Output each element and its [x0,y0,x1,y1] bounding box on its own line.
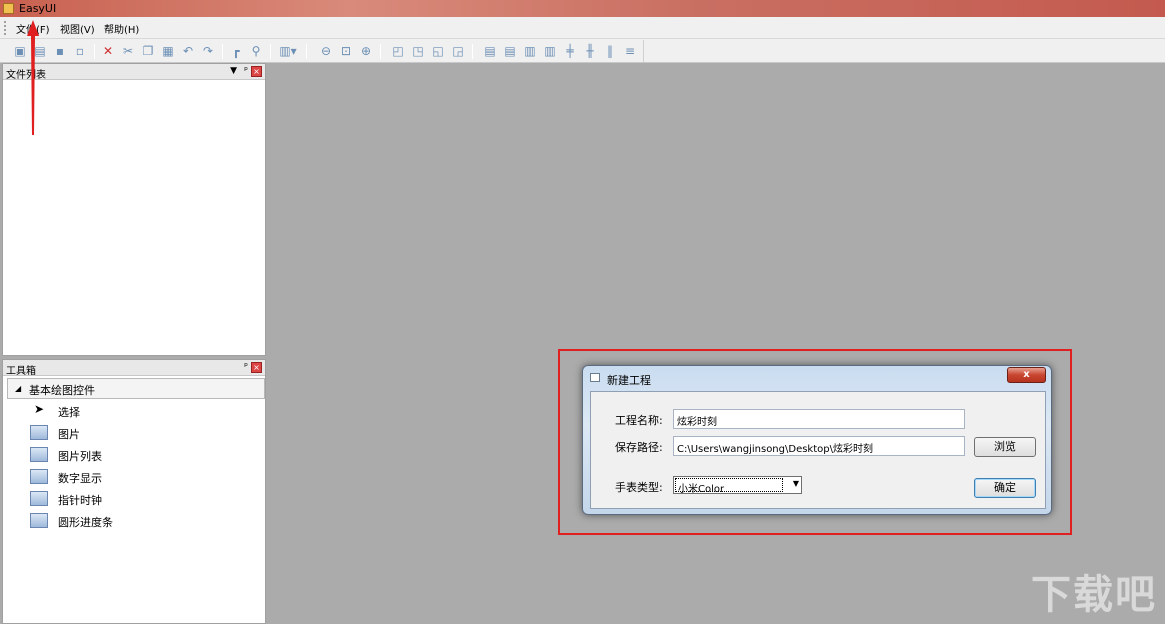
undo-icon[interactable]: ↶ [180,43,196,59]
analog-clock-icon [30,491,48,506]
browse-button[interactable]: 浏览 [974,437,1036,457]
redo-icon[interactable]: ↷ [200,43,216,59]
toolbar-strip: ▣ ▤ ▪ ▫ ✕ ✂ ❐ ▦ ↶ ↷ ┏ ⚲ ▥▾ ⊖ ⊡ ⊕ ◰ ◳ ◱ ◲… [6,40,644,62]
tool-item-label: 圆形进度条 [58,514,113,530]
delete-icon[interactable]: ✕ [100,43,116,59]
zoom-out-icon[interactable]: ⊖ [318,43,334,59]
menu-grip [4,21,7,35]
watch-type-value: 小米Color [675,478,783,492]
center-v-icon[interactable]: ╫ [582,43,598,59]
project-name-label: 工程名称: [615,412,663,428]
file-list-header: 文件列表 ▼ ᵖ × [3,64,265,80]
bring-front-icon[interactable]: ◰ [390,43,406,59]
image-list-icon [30,447,48,462]
new-project-icon[interactable]: ▣ [12,43,28,59]
align-right-icon[interactable]: ▤ [502,43,518,59]
dialog-close-button[interactable]: x [1007,367,1046,383]
paste-icon[interactable]: ▦ [160,43,176,59]
move-up-icon[interactable]: ◱ [430,43,446,59]
title-bar: EasyUI [0,0,1165,17]
file-list-panel: 文件列表 ▼ ᵖ × [2,63,266,356]
tool-item-image[interactable]: 图片 [3,422,263,444]
menu-help[interactable]: 帮助(H) [102,21,141,36]
ok-button[interactable]: 确定 [974,478,1036,498]
menu-view[interactable]: 视图(V) [58,21,97,36]
toolbar-separator [306,44,307,59]
copy-icon[interactable]: ❐ [140,43,156,59]
toolbar-separator [472,44,473,59]
toolbox-header: 工具箱 ᵖ × [3,360,265,376]
save-path-label: 保存路径: [615,439,663,455]
close-icon[interactable]: × [251,66,262,77]
align-bottom-icon[interactable]: ▥ [542,43,558,59]
arrow-shape [27,20,39,135]
toolbar-separator [222,44,223,59]
send-back-icon[interactable]: ◳ [410,43,426,59]
save-icon[interactable]: ▪ [52,43,68,59]
zoom-in-icon[interactable]: ⊕ [358,43,374,59]
distribute-v-icon[interactable]: ≡ [622,43,638,59]
toolbar: ▣ ▤ ▪ ▫ ✕ ✂ ❐ ▦ ↶ ↷ ┏ ⚲ ▥▾ ⊖ ⊡ ⊕ ◰ ◳ ◱ ◲… [0,39,1165,63]
close-icon[interactable]: × [251,362,262,373]
design-workspace[interactable] [268,64,1165,624]
tool-item-number-display[interactable]: 数字显示 [3,466,263,488]
link-icon[interactable]: ⚲ [248,43,264,59]
pin-icon[interactable]: ᵖ [244,362,248,372]
chevron-down-icon: ▼ [793,479,799,488]
frame-icon[interactable]: ┏ [228,43,244,59]
watch-type-label: 手表类型: [615,479,663,495]
watch-type-select[interactable]: 小米Color ▼ [673,476,802,494]
image-icon [30,425,48,440]
new-project-dialog: 新建工程 x 工程名称: 炫彩时刻 保存路径: C:\Users\wangjin… [582,365,1052,515]
move-down-icon[interactable]: ◲ [450,43,466,59]
grid-icon[interactable]: ▥▾ [276,43,300,59]
tool-item-label: 图片 [58,426,80,442]
red-arrow-annotation [27,20,39,135]
dialog-body: 工程名称: 炫彩时刻 保存路径: C:\Users\wangjinsong\De… [590,391,1046,509]
project-name-input[interactable]: 炫彩时刻 [673,409,965,429]
toolbox-group-label: 基本绘图控件 [29,382,95,398]
toolbox-panel: 工具箱 ᵖ × ◢ 基本绘图控件 ➤ 选择 图片 图片列表 数字显示 指针时钟 … [2,359,266,624]
file-list-title: 文件列表 [6,66,46,81]
tool-item-label: 指针时钟 [58,492,102,508]
dialog-window-icon [590,373,600,382]
tool-item-analog-clock[interactable]: 指针时钟 [3,488,263,510]
cursor-icon: ➤ [34,402,52,417]
save-path-input[interactable]: C:\Users\wangjinsong\Desktop\炫彩时刻 [673,436,965,456]
circular-progress-icon [30,513,48,528]
number-display-icon [30,469,48,484]
tool-item-label: 选择 [58,404,80,420]
tool-item-label: 图片列表 [58,448,102,464]
tool-item-circular-progress[interactable]: 圆形进度条 [3,510,263,532]
collapse-triangle-icon: ◢ [15,384,21,393]
app-icon [3,3,14,14]
toolbar-separator [380,44,381,59]
menu-bar: 文件(F) 视图(V) 帮助(H) [0,17,1165,39]
toolbar-separator [94,44,95,59]
cut-icon[interactable]: ✂ [120,43,136,59]
toolbar-separator [270,44,271,59]
tool-item-image-list[interactable]: 图片列表 [3,444,263,466]
save-all-icon[interactable]: ▫ [72,43,88,59]
toolbox-title: 工具箱 [6,362,36,377]
dialog-title: 新建工程 [607,372,651,388]
tool-item-label: 数字显示 [58,470,102,486]
pin-icon[interactable]: ᵖ [244,66,248,76]
window-title: EasyUI [19,2,56,15]
align-top-icon[interactable]: ▥ [522,43,538,59]
toolbox-group-header[interactable]: ◢ 基本绘图控件 [7,378,265,399]
watermark: 下载吧 [1031,562,1157,620]
dropdown-icon[interactable]: ▼ [230,66,237,76]
fit-icon[interactable]: ⊡ [338,43,354,59]
align-left-icon[interactable]: ▤ [482,43,498,59]
tool-item-select[interactable]: ➤ 选择 [3,400,263,422]
distribute-h-icon[interactable]: ‖ [602,43,618,59]
center-h-icon[interactable]: ╪ [562,43,578,59]
